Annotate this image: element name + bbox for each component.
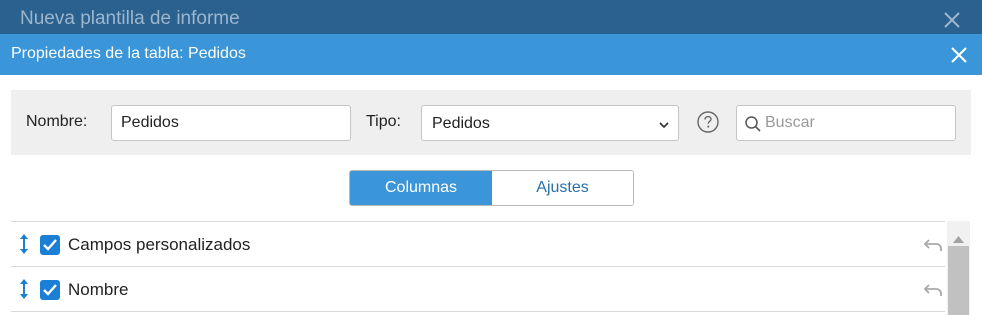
name-input[interactable] (111, 105, 351, 141)
background-close-icon[interactable] (942, 10, 962, 30)
tab-ajustes[interactable]: Ajustes (492, 171, 633, 205)
column-checkbox[interactable] (40, 235, 60, 255)
drag-handle-icon[interactable] (18, 232, 30, 256)
undo-icon[interactable] (923, 237, 943, 253)
list-item: Nombre (11, 266, 945, 311)
table-properties-panel: Nombre: Tipo: Pedidos (11, 90, 971, 155)
background-window-title: Nueva plantilla de informe (20, 8, 240, 29)
list-item: Campos personalizados (11, 221, 945, 266)
tab-columnas[interactable]: Columnas (350, 171, 492, 205)
chevron-down-icon (658, 118, 670, 130)
dialog-title: Propiedades de la tabla: Pedidos (11, 45, 246, 62)
type-label: Tipo: (366, 113, 401, 130)
dialog-header: Propiedades de la tabla: Pedidos (0, 34, 982, 75)
scrollbar-thumb[interactable] (948, 246, 969, 315)
column-label: Campos personalizados (68, 235, 251, 254)
type-select[interactable]: Pedidos (421, 105, 679, 141)
search-box (736, 105, 956, 141)
columns-list: Campos personalizados Nombre (11, 221, 945, 315)
scroll-up-arrow-icon[interactable] (953, 230, 964, 243)
close-icon[interactable] (949, 45, 969, 65)
name-label: Nombre: (26, 113, 88, 130)
search-input[interactable] (765, 107, 945, 139)
view-tabs: Columnas Ajustes (349, 170, 634, 206)
search-icon (744, 115, 762, 133)
drag-handle-icon[interactable] (18, 277, 30, 301)
list-divider (11, 311, 945, 315)
type-select-value: Pedidos (432, 115, 490, 132)
background-window-titlebar: Nueva plantilla de informe (0, 0, 982, 34)
column-label: Nombre (68, 280, 129, 299)
undo-icon[interactable] (923, 282, 943, 298)
question-circle-icon[interactable] (697, 111, 719, 133)
list-scrollbar[interactable] (947, 221, 970, 315)
column-checkbox[interactable] (40, 280, 60, 300)
